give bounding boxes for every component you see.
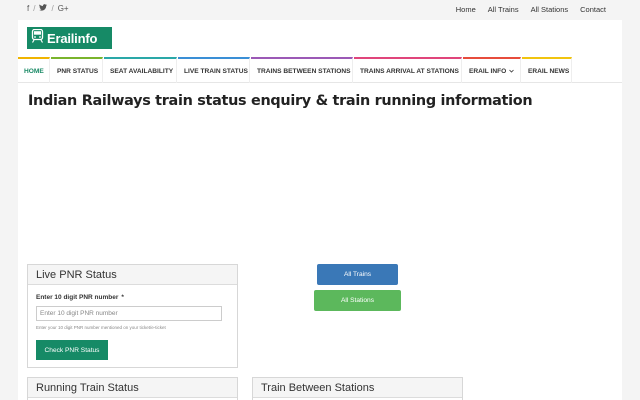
top-link-home[interactable]: Home (456, 5, 476, 14)
site-logo[interactable]: Erailinfo (27, 27, 112, 49)
check-pnr-button[interactable]: Check PNR Status (36, 340, 108, 360)
pnr-status-panel: Live PNR Status Enter 10 digit PNR numbe… (27, 264, 238, 368)
nav-erail-news[interactable]: ERAIL NEWS (522, 57, 572, 83)
page-title: Indian Railways train status enquiry & t… (28, 93, 533, 109)
top-link-all-trains[interactable]: All Trains (488, 5, 519, 14)
separator: / (33, 4, 36, 13)
nav-trains-between-stations[interactable]: TRAINS BETWEEN STATIONS (251, 57, 353, 83)
running-train-status-panel: Running Train Status (27, 377, 238, 400)
pnr-help-text: Enter your 10 digit PNR number mentioned… (36, 325, 166, 330)
facebook-icon[interactable]: f (27, 4, 29, 13)
required-marker: * (121, 294, 124, 301)
panel-title: Train Between Stations (253, 378, 462, 398)
social-links: f / / G+ (27, 4, 69, 13)
all-stations-button[interactable]: All Stations (314, 290, 401, 311)
top-link-all-stations[interactable]: All Stations (531, 5, 569, 14)
pnr-field-label: Enter 10 digit PNR number * (36, 294, 124, 301)
page-container: Erailinfo HOME PNR STATUS SEAT AVAILABIL… (18, 20, 622, 400)
all-trains-button[interactable]: All Trains (317, 264, 398, 285)
top-links: Home All Trains All Stations Contact (456, 5, 606, 14)
train-icon (31, 28, 44, 48)
top-link-contact[interactable]: Contact (580, 5, 606, 14)
panel-title: Live PNR Status (28, 265, 237, 285)
chevron-down-icon (509, 68, 515, 75)
nav-pnr-status[interactable]: PNR STATUS (51, 57, 103, 83)
separator: / (51, 4, 54, 13)
nav-trains-arrival-at-stations[interactable]: TRAINS ARRIVAL AT STATIONS (354, 57, 462, 83)
google-plus-icon[interactable]: G+ (58, 4, 69, 13)
pnr-input[interactable] (36, 306, 222, 321)
nav-erail-info[interactable]: ERAIL INFO (463, 57, 521, 83)
nav-home[interactable]: HOME (18, 57, 50, 83)
top-bar: f / / G+ Home All Trains All Stations Co… (18, 0, 622, 20)
nav-live-train-status[interactable]: LIVE TRAIN STATUS (178, 57, 250, 83)
nav-seat-availability[interactable]: SEAT AVAILABILITY (104, 57, 177, 83)
twitter-icon[interactable] (39, 4, 48, 13)
logo-text: Erailinfo (47, 30, 98, 46)
main-nav: HOME PNR STATUS SEAT AVAILABILITY LIVE T… (18, 57, 622, 83)
panel-title: Running Train Status (28, 378, 237, 398)
train-between-stations-panel: Train Between Stations (252, 377, 463, 400)
